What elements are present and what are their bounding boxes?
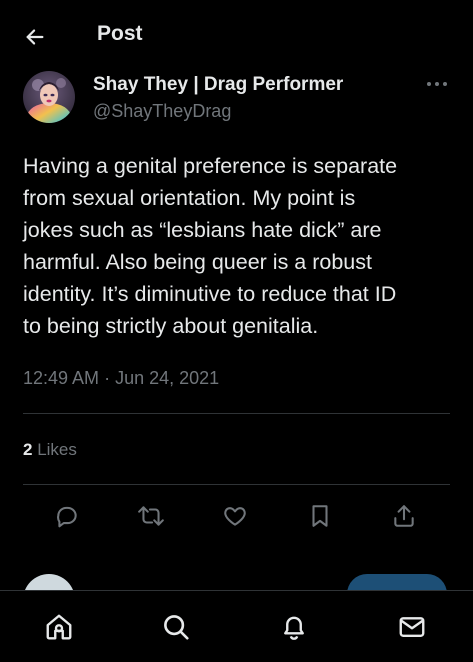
share-icon (392, 503, 416, 529)
search-icon (161, 612, 191, 642)
author-display-name[interactable]: Shay They | Drag Performer (93, 74, 343, 96)
author-handle[interactable]: @ShayTheyDrag (93, 101, 231, 122)
top-bar: Post (0, 0, 473, 70)
author-avatar[interactable] (23, 71, 75, 123)
post-text: Having a genital preference is separate … (23, 154, 398, 338)
arrow-left-icon (24, 26, 46, 48)
post-time-link[interactable]: 12:49 AM (23, 368, 99, 388)
likes-stat[interactable]: 2 Likes (23, 440, 77, 460)
bookmark-button[interactable] (302, 498, 338, 534)
post-timestamp: 12:49 AM · Jun 24, 2021 (23, 368, 219, 389)
heart-icon (222, 503, 248, 529)
mail-icon (397, 612, 427, 642)
reply-button[interactable] (49, 498, 85, 534)
page-title: Post (97, 22, 143, 45)
bell-icon (279, 612, 309, 642)
back-button[interactable] (18, 20, 52, 54)
nav-search[interactable] (158, 609, 194, 645)
likes-label: Likes (32, 440, 77, 459)
like-button[interactable] (217, 498, 253, 534)
share-button[interactable] (386, 498, 422, 534)
more-horizontal-icon (426, 81, 448, 87)
more-options-button[interactable] (422, 74, 452, 94)
nav-home[interactable] (41, 609, 77, 645)
comment-icon (54, 503, 80, 529)
bottom-navigation (0, 590, 473, 662)
divider-top (23, 413, 450, 414)
home-icon (44, 612, 74, 642)
divider-bottom (23, 484, 450, 485)
post-page: Post Shay They | Drag Performer @ShayThe… (0, 0, 473, 662)
repost-icon (137, 503, 165, 529)
nav-notifications[interactable] (276, 609, 312, 645)
bookmark-icon (308, 503, 332, 529)
repost-button[interactable] (133, 498, 169, 534)
timestamp-separator: · (99, 368, 116, 388)
post-actions-bar (0, 498, 473, 538)
post-date-link[interactable]: Jun 24, 2021 (115, 368, 219, 388)
nav-messages[interactable] (394, 609, 430, 645)
